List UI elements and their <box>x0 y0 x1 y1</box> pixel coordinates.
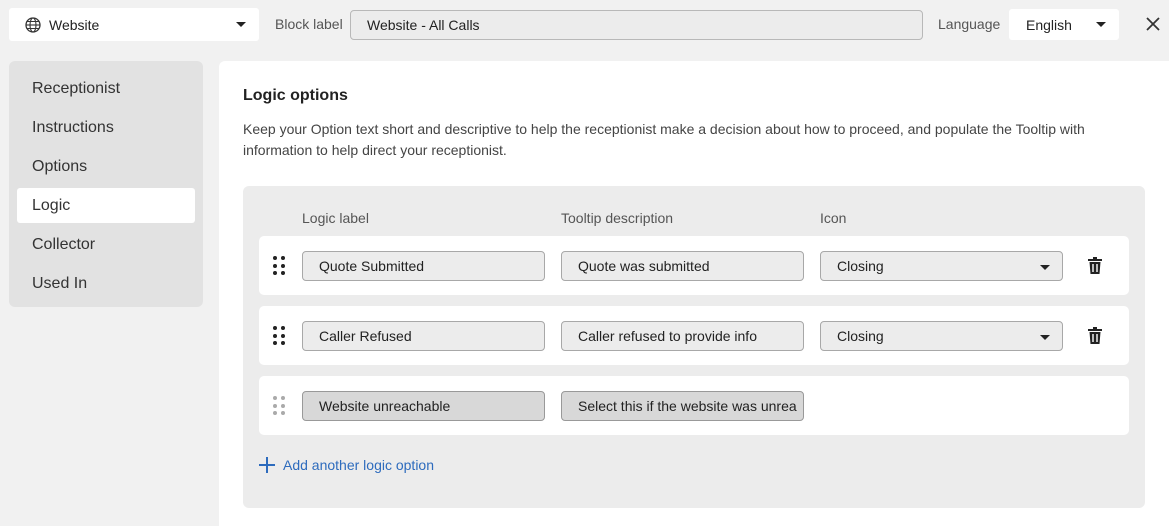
icon-select[interactable]: Closing <box>820 251 1063 281</box>
chevron-down-icon <box>1040 335 1050 340</box>
sidebar-item-logic[interactable]: Logic <box>17 188 195 223</box>
logic-option-row: Quote Submitted Quote was submitted Clos… <box>259 236 1129 295</box>
block-label-caption: Block label <box>275 16 343 32</box>
logic-label-input[interactable]: Quote Submitted <box>302 251 545 281</box>
sidebar-item-options[interactable]: Options <box>17 149 195 184</box>
logic-option-row: Website unreachable Select this if the w… <box>259 376 1129 435</box>
chevron-down-icon <box>1096 22 1106 27</box>
tooltip-input[interactable]: Caller refused to provide info <box>561 321 804 351</box>
icon-select[interactable]: Closing <box>820 321 1063 351</box>
column-header-icon: Icon <box>820 210 847 226</box>
add-logic-option-label: Add another logic option <box>283 457 434 473</box>
page-title: Logic options <box>243 87 348 104</box>
sidebar-item-label: Logic <box>32 196 71 214</box>
sidebar-item-label: Instructions <box>32 118 114 136</box>
main-panel: Logic options Keep your Option text shor… <box>219 61 1169 526</box>
close-button[interactable] <box>1144 14 1162 34</box>
sidebar-item-label: Collector <box>32 235 96 253</box>
drag-handle-icon <box>273 396 289 416</box>
close-icon <box>1146 17 1160 31</box>
top-bar: Website Block label Language English <box>0 0 1169 50</box>
drag-handle-icon[interactable] <box>273 256 289 276</box>
trash-icon[interactable] <box>1088 327 1102 344</box>
tooltip-input: Select this if the website was unrea <box>561 391 804 421</box>
sidebar-item-collector[interactable]: Collector <box>17 227 195 262</box>
sidebar-item-label: Options <box>32 157 88 175</box>
block-label-input[interactable] <box>350 10 923 40</box>
sidebar-item-used-in[interactable]: Used In <box>17 266 195 301</box>
logic-label-input[interactable]: Caller Refused <box>302 321 545 351</box>
drag-handle-icon[interactable] <box>273 326 289 346</box>
sidebar-item-label: Receptionist <box>32 79 121 97</box>
chevron-down-icon <box>236 22 246 27</box>
chevron-down-icon <box>1040 265 1050 270</box>
block-type-select[interactable]: Website <box>9 8 259 41</box>
trash-icon[interactable] <box>1088 257 1102 274</box>
language-select[interactable]: English <box>1009 9 1119 40</box>
page-description: Keep your Option text short and descript… <box>243 121 1085 158</box>
logic-label-input: Website unreachable <box>302 391 545 421</box>
block-type-value: Website <box>49 16 100 33</box>
column-header-tooltip: Tooltip description <box>561 210 674 226</box>
tooltip-input[interactable]: Quote was submitted <box>561 251 804 281</box>
sidebar-item-label: Used In <box>32 274 88 292</box>
sidebar: Receptionist Instructions Options Logic … <box>9 61 203 307</box>
logic-options-panel: Logic label Tooltip description Icon Quo… <box>243 186 1145 508</box>
language-caption: Language <box>938 16 1001 32</box>
add-logic-option-button[interactable]: Add another logic option <box>259 457 434 473</box>
language-value: English <box>1026 17 1072 33</box>
logic-option-row: Caller Refused Caller refused to provide… <box>259 306 1129 365</box>
sidebar-item-instructions[interactable]: Instructions <box>17 110 195 145</box>
globe-icon <box>25 16 41 33</box>
plus-icon <box>259 457 275 473</box>
sidebar-item-receptionist[interactable]: Receptionist <box>17 71 195 106</box>
column-header-logic-label: Logic label <box>302 210 369 226</box>
